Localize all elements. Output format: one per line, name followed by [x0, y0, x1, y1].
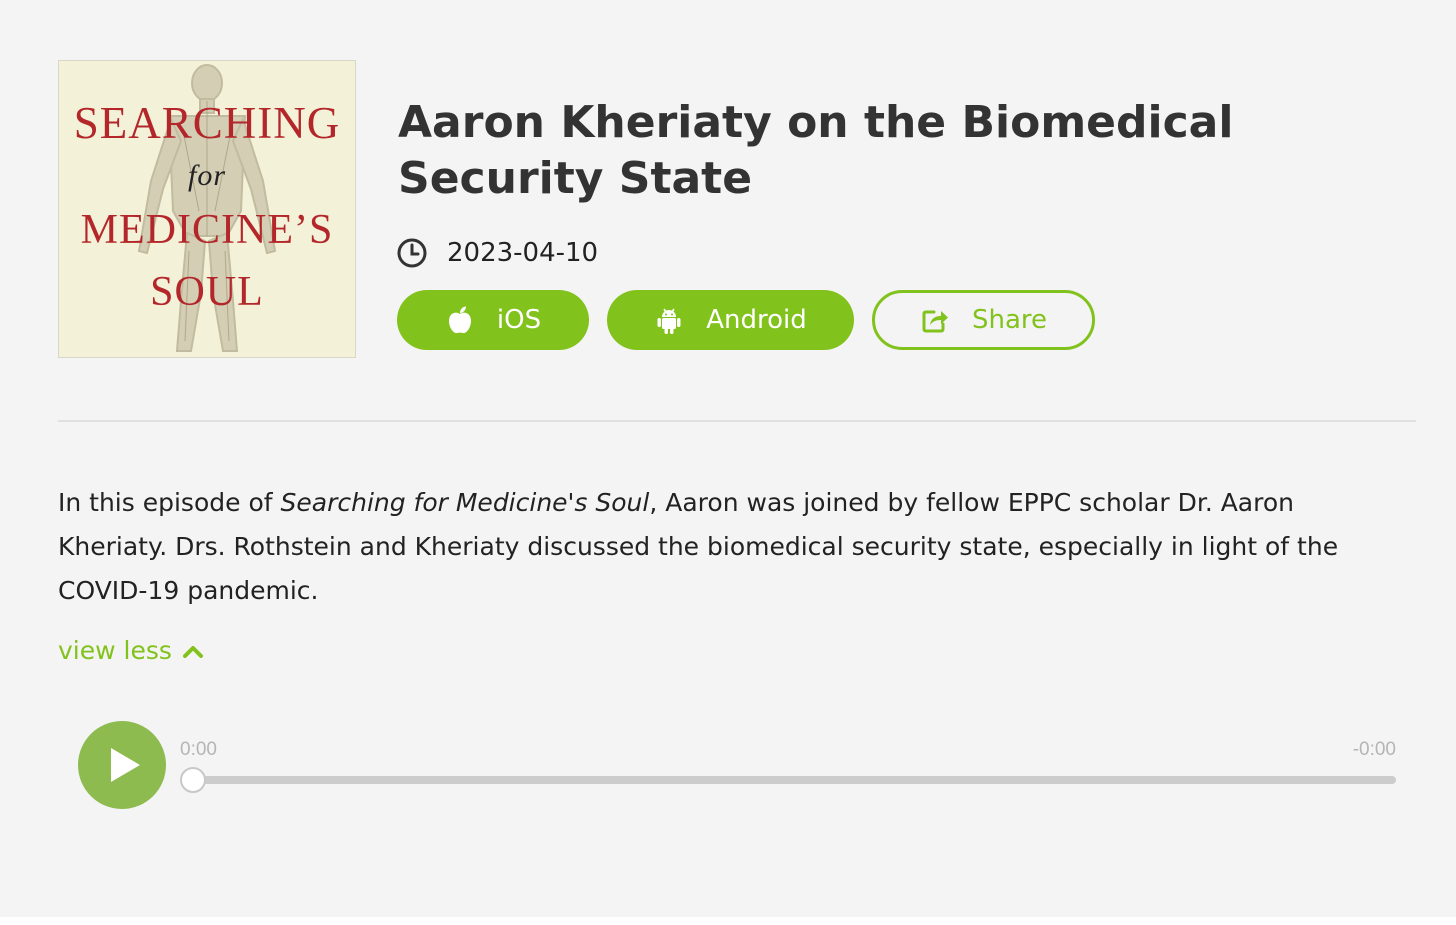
android-button-label: Android — [706, 305, 807, 335]
cover-title-line-2: for — [187, 159, 226, 192]
ios-button[interactable]: iOS — [397, 290, 589, 350]
cover-art: SEARCHING for MEDICINE’S SOUL — [58, 60, 356, 358]
progress-track[interactable] — [192, 776, 1396, 784]
cover-title-line-3: MEDICINE’S — [80, 207, 334, 253]
description-prefix: In this episode of — [58, 488, 281, 517]
view-less-toggle[interactable]: view less — [58, 636, 204, 665]
episode-date: 2023-04-10 — [396, 236, 598, 270]
ios-button-label: iOS — [496, 305, 542, 335]
share-icon — [922, 310, 948, 333]
play-icon — [111, 748, 140, 782]
share-button[interactable]: Share — [872, 290, 1095, 350]
clock-icon — [397, 238, 427, 268]
apple-icon — [448, 306, 471, 334]
view-less-label: view less — [58, 636, 172, 665]
divider — [58, 420, 1416, 422]
remaining-time: -0:00 — [1352, 739, 1396, 760]
cover-title-line-4: SOUL — [150, 269, 264, 315]
episode-panel: SEARCHING for MEDICINE’S SOUL Aaron Kher… — [0, 0, 1456, 917]
progress-knob[interactable] — [180, 767, 206, 793]
episode-description: In this episode of Searching for Medicin… — [58, 481, 1398, 613]
android-icon — [657, 308, 681, 334]
date-text: 2023-04-10 — [447, 238, 599, 268]
play-button[interactable] — [78, 721, 166, 809]
current-time: 0:00 — [180, 739, 217, 760]
android-button[interactable]: Android — [607, 290, 854, 350]
share-button-label: Share — [971, 305, 1048, 335]
cover-title-line-1: SEARCHING — [73, 98, 341, 148]
chevron-up-icon — [182, 645, 203, 658]
episode-title: Aaron Kheriaty on the Biomedical Securit… — [398, 97, 1234, 204]
description-show-name: Searching for Medicine's Soul — [280, 488, 650, 517]
